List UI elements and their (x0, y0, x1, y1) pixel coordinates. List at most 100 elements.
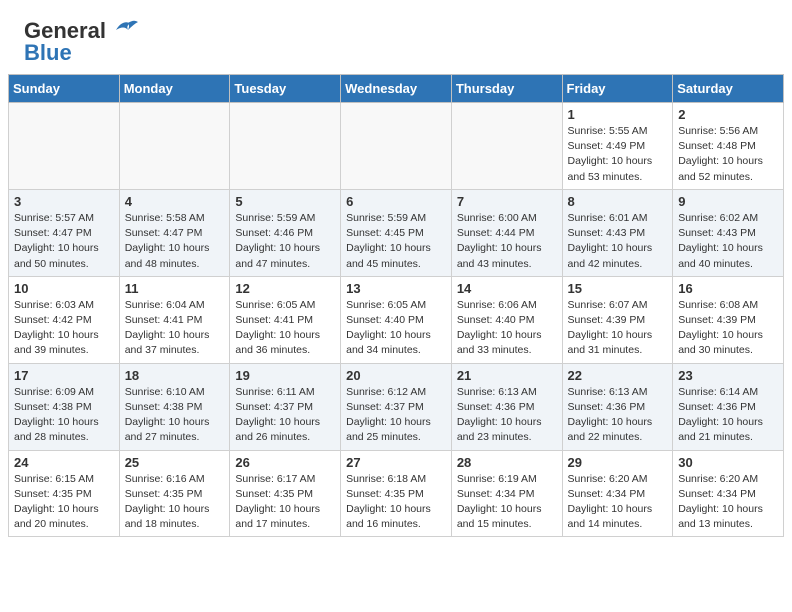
calendar-cell: 5 Sunrise: 5:59 AM Sunset: 4:46 PM Daylig… (230, 189, 341, 276)
weekday-saturday: Saturday (673, 75, 784, 103)
weekday-wednesday: Wednesday (341, 75, 452, 103)
calendar-cell: 15 Sunrise: 6:07 AM Sunset: 4:39 PM Dayli… (562, 276, 673, 363)
day-number: 7 (457, 194, 557, 209)
day-number: 19 (235, 368, 335, 383)
day-info: Sunrise: 6:02 AM Sunset: 4:43 PM Dayligh… (678, 212, 763, 270)
calendar-cell: 14 Sunrise: 6:06 AM Sunset: 4:40 PM Dayli… (451, 276, 562, 363)
calendar-cell (119, 103, 230, 190)
day-number: 23 (678, 368, 778, 383)
calendar-cell: 11 Sunrise: 6:04 AM Sunset: 4:41 PM Dayli… (119, 276, 230, 363)
calendar-cell: 16 Sunrise: 6:08 AM Sunset: 4:39 PM Dayli… (673, 276, 784, 363)
day-info: Sunrise: 6:09 AM Sunset: 4:38 PM Dayligh… (14, 386, 99, 444)
logo: General Blue (24, 18, 138, 66)
day-number: 24 (14, 455, 114, 470)
day-info: Sunrise: 6:19 AM Sunset: 4:34 PM Dayligh… (457, 473, 542, 531)
calendar-cell: 28 Sunrise: 6:19 AM Sunset: 4:34 PM Dayli… (451, 450, 562, 537)
day-number: 14 (457, 281, 557, 296)
calendar-cell: 12 Sunrise: 6:05 AM Sunset: 4:41 PM Dayli… (230, 276, 341, 363)
day-number: 20 (346, 368, 446, 383)
calendar-cell (230, 103, 341, 190)
calendar-cell: 7 Sunrise: 6:00 AM Sunset: 4:44 PM Daylig… (451, 189, 562, 276)
day-number: 21 (457, 368, 557, 383)
calendar-cell: 6 Sunrise: 5:59 AM Sunset: 4:45 PM Daylig… (341, 189, 452, 276)
day-number: 2 (678, 107, 778, 122)
calendar-week-3: 10 Sunrise: 6:03 AM Sunset: 4:42 PM Dayli… (9, 276, 784, 363)
day-number: 3 (14, 194, 114, 209)
calendar-cell: 9 Sunrise: 6:02 AM Sunset: 4:43 PM Daylig… (673, 189, 784, 276)
day-number: 27 (346, 455, 446, 470)
day-number: 25 (125, 455, 225, 470)
day-number: 28 (457, 455, 557, 470)
day-info: Sunrise: 6:20 AM Sunset: 4:34 PM Dayligh… (568, 473, 653, 531)
calendar-cell: 4 Sunrise: 5:58 AM Sunset: 4:47 PM Daylig… (119, 189, 230, 276)
day-number: 15 (568, 281, 668, 296)
calendar-week-2: 3 Sunrise: 5:57 AM Sunset: 4:47 PM Daylig… (9, 189, 784, 276)
day-info: Sunrise: 6:00 AM Sunset: 4:44 PM Dayligh… (457, 212, 542, 270)
day-info: Sunrise: 5:55 AM Sunset: 4:49 PM Dayligh… (568, 125, 653, 183)
calendar-wrapper: SundayMondayTuesdayWednesdayThursdayFrid… (0, 74, 792, 545)
day-info: Sunrise: 6:05 AM Sunset: 4:40 PM Dayligh… (346, 299, 431, 357)
calendar-cell: 22 Sunrise: 6:13 AM Sunset: 4:36 PM Dayli… (562, 363, 673, 450)
day-info: Sunrise: 6:04 AM Sunset: 4:41 PM Dayligh… (125, 299, 210, 357)
calendar-week-4: 17 Sunrise: 6:09 AM Sunset: 4:38 PM Dayli… (9, 363, 784, 450)
calendar-cell: 26 Sunrise: 6:17 AM Sunset: 4:35 PM Dayli… (230, 450, 341, 537)
day-number: 22 (568, 368, 668, 383)
day-number: 11 (125, 281, 225, 296)
day-number: 8 (568, 194, 668, 209)
day-info: Sunrise: 5:59 AM Sunset: 4:46 PM Dayligh… (235, 212, 320, 270)
day-number: 18 (125, 368, 225, 383)
calendar-week-5: 24Sunrise: 6:15 AM Sunset: 4:35 PM Dayli… (9, 450, 784, 537)
calendar-cell (341, 103, 452, 190)
calendar-table: SundayMondayTuesdayWednesdayThursdayFrid… (8, 74, 784, 537)
calendar-cell: 24Sunrise: 6:15 AM Sunset: 4:35 PM Dayli… (9, 450, 120, 537)
page-header: General Blue (0, 0, 792, 74)
day-info: Sunrise: 5:58 AM Sunset: 4:47 PM Dayligh… (125, 212, 210, 270)
calendar-cell (9, 103, 120, 190)
day-info: Sunrise: 6:08 AM Sunset: 4:39 PM Dayligh… (678, 299, 763, 357)
day-info: Sunrise: 6:01 AM Sunset: 4:43 PM Dayligh… (568, 212, 653, 270)
day-info: Sunrise: 5:59 AM Sunset: 4:45 PM Dayligh… (346, 212, 431, 270)
calendar-cell: 17 Sunrise: 6:09 AM Sunset: 4:38 PM Dayli… (9, 363, 120, 450)
weekday-header-row: SundayMondayTuesdayWednesdayThursdayFrid… (9, 75, 784, 103)
day-number: 4 (125, 194, 225, 209)
day-number: 10 (14, 281, 114, 296)
calendar-cell: 20 Sunrise: 6:12 AM Sunset: 4:37 PM Dayli… (341, 363, 452, 450)
day-info: Sunrise: 6:12 AM Sunset: 4:37 PM Dayligh… (346, 386, 431, 444)
day-number: 26 (235, 455, 335, 470)
day-number: 6 (346, 194, 446, 209)
day-info: Sunrise: 6:07 AM Sunset: 4:39 PM Dayligh… (568, 299, 653, 357)
day-info: Sunrise: 6:11 AM Sunset: 4:37 PM Dayligh… (235, 386, 320, 444)
logo-blue: Blue (24, 40, 72, 66)
calendar-cell: 13Sunrise: 6:05 AM Sunset: 4:40 PM Dayli… (341, 276, 452, 363)
logo-bird-icon (108, 18, 138, 40)
day-info: Sunrise: 6:05 AM Sunset: 4:41 PM Dayligh… (235, 299, 320, 357)
weekday-friday: Friday (562, 75, 673, 103)
day-info: Sunrise: 6:17 AM Sunset: 4:35 PM Dayligh… (235, 473, 320, 531)
day-info: Sunrise: 6:06 AM Sunset: 4:40 PM Dayligh… (457, 299, 542, 357)
calendar-cell (451, 103, 562, 190)
calendar-cell: 21Sunrise: 6:13 AM Sunset: 4:36 PM Dayli… (451, 363, 562, 450)
calendar-cell: 29 Sunrise: 6:20 AM Sunset: 4:34 PM Dayli… (562, 450, 673, 537)
day-number: 16 (678, 281, 778, 296)
calendar-week-1: 1 Sunrise: 5:55 AM Sunset: 4:49 PM Daylig… (9, 103, 784, 190)
weekday-tuesday: Tuesday (230, 75, 341, 103)
calendar-cell: 3 Sunrise: 5:57 AM Sunset: 4:47 PM Daylig… (9, 189, 120, 276)
day-info: Sunrise: 6:16 AM Sunset: 4:35 PM Dayligh… (125, 473, 210, 531)
day-info: Sunrise: 6:03 AM Sunset: 4:42 PM Dayligh… (14, 299, 99, 357)
day-number: 1 (568, 107, 668, 122)
weekday-monday: Monday (119, 75, 230, 103)
day-number: 5 (235, 194, 335, 209)
day-info: Sunrise: 6:20 AM Sunset: 4:34 PM Dayligh… (678, 473, 763, 531)
day-info: Sunrise: 5:57 AM Sunset: 4:47 PM Dayligh… (14, 212, 99, 270)
day-number: 12 (235, 281, 335, 296)
day-info: Sunrise: 6:18 AM Sunset: 4:35 PM Dayligh… (346, 473, 431, 531)
calendar-cell: 1 Sunrise: 5:55 AM Sunset: 4:49 PM Daylig… (562, 103, 673, 190)
weekday-sunday: Sunday (9, 75, 120, 103)
day-info: Sunrise: 6:13 AM Sunset: 4:36 PM Dayligh… (568, 386, 653, 444)
day-number: 17 (14, 368, 114, 383)
day-number: 9 (678, 194, 778, 209)
day-info: Sunrise: 5:56 AM Sunset: 4:48 PM Dayligh… (678, 125, 763, 183)
day-number: 29 (568, 455, 668, 470)
day-number: 30 (678, 455, 778, 470)
weekday-thursday: Thursday (451, 75, 562, 103)
